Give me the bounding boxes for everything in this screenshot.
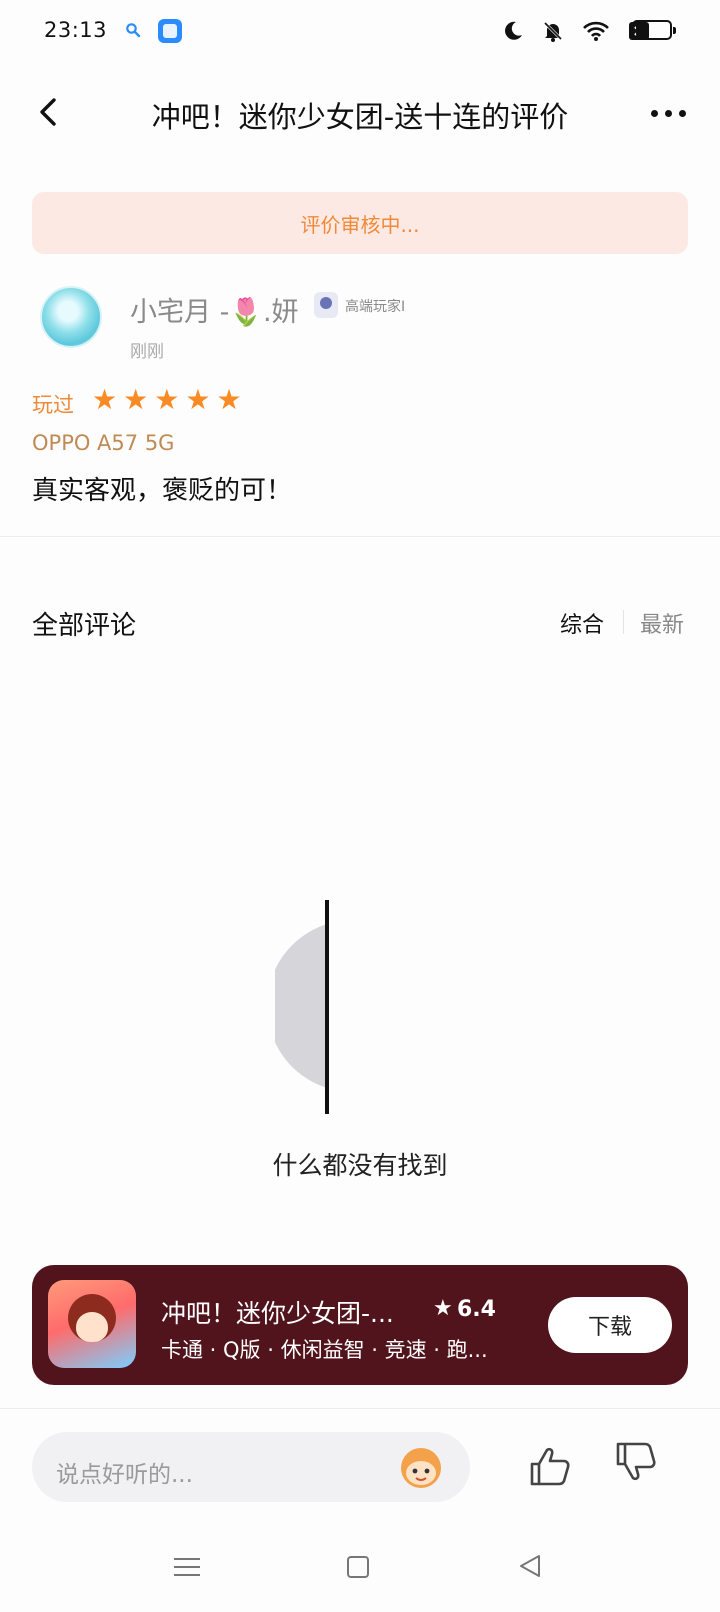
more-dot [678, 109, 686, 117]
thumbs-down-icon[interactable] [614, 1440, 658, 1484]
more-dot [664, 109, 672, 117]
game-icon[interactable] [48, 1280, 136, 1368]
empty-state-text: 什么都没有找到 [272, 1151, 448, 1180]
emoji-icon[interactable] [398, 1444, 444, 1490]
star-icon: ★ [123, 383, 149, 416]
app-notification-icon [158, 19, 182, 43]
thumbs-up-icon[interactable] [528, 1444, 572, 1488]
post-time: 刚刚 [130, 342, 164, 362]
game-score: 6.4 [457, 1297, 496, 1322]
all-comments-title: 全部评论 [32, 611, 137, 641]
download-button[interactable]: 下载 [548, 1297, 672, 1353]
user-level: 高端玩家I [345, 299, 406, 315]
nav-back-icon[interactable] [517, 1553, 543, 1579]
star-icon: ★ [185, 383, 211, 416]
comment-placeholder: 说点好听的... [56, 1462, 193, 1488]
review-pending-banner: 评价审核中... [32, 192, 688, 254]
wifi-icon [583, 21, 609, 41]
bell-off-icon [543, 21, 563, 42]
more-dot [650, 109, 658, 117]
divider [0, 536, 720, 537]
search-icon [126, 23, 141, 38]
moon-icon [505, 21, 522, 40]
rating-stars: ★ ★ ★ ★ ★ [92, 386, 242, 414]
review-text: 真实客观，褒贬的可！ [32, 476, 293, 506]
star-icon: ★ [216, 383, 242, 416]
page-title: 冲吧！迷你少女团-送十连的评价 [151, 100, 569, 134]
username[interactable]: 小宅月 -🌷.妍 [130, 290, 299, 329]
sort-latest-tab[interactable]: 最新 [640, 607, 684, 639]
battery-icon [632, 20, 676, 40]
sort-separator [623, 610, 624, 634]
empty-state-illustration [275, 900, 329, 1114]
star-icon: ★ [154, 383, 180, 416]
status-time: 23:13 [44, 18, 108, 42]
more-icon[interactable] [646, 98, 690, 128]
divider [0, 1408, 720, 1409]
sort-composite-tab[interactable]: 综合 [560, 607, 604, 639]
user-badge-icon [314, 292, 338, 318]
device-name: OPPO A57 5G [32, 431, 175, 455]
played-label: 玩过 [32, 393, 74, 417]
game-name: 冲吧！迷你少女团-... [161, 1299, 394, 1328]
menu-icon[interactable] [174, 1556, 200, 1578]
home-icon[interactable] [347, 1556, 369, 1578]
game-tags: 卡通 · Q版 · 休闲益智 · 竞速 · 跑... [161, 1338, 488, 1362]
star-icon: ★ [92, 383, 118, 416]
rating-star-icon: ★ [433, 1296, 453, 1321]
status-icons [502, 20, 650, 42]
avatar[interactable] [40, 286, 102, 348]
